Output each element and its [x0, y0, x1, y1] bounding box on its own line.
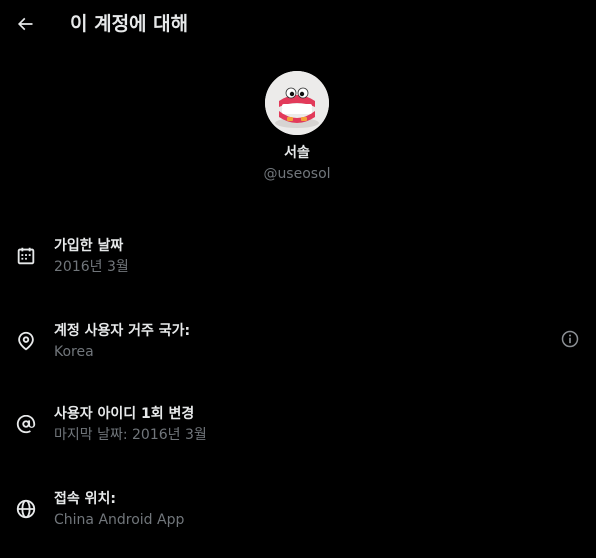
- back-button[interactable]: [8, 7, 42, 41]
- header: 이 계정에 대해: [0, 0, 596, 50]
- connected-via-value: China Android App: [54, 512, 185, 528]
- username-change-value: 마지막 날짜: 2016년 3월: [54, 427, 207, 443]
- username: @useosol: [263, 166, 331, 182]
- country-label: 계정 사용자 거주 국가:: [54, 323, 191, 339]
- country-row: 계정 사용자 거주 국가: Korea: [0, 323, 596, 390]
- chattering-teeth-toy-avatar: [265, 71, 329, 135]
- connected-via-row: 접속 위치: China Android App: [0, 491, 596, 558]
- at-sign-icon: [15, 413, 37, 435]
- joined-date-value: 2016년 3월: [54, 259, 129, 275]
- globe-icon: [15, 498, 37, 520]
- joined-date-label: 가입한 날짜: [54, 238, 124, 254]
- page-title: 이 계정에 대해: [70, 13, 189, 35]
- avatar[interactable]: [265, 71, 329, 135]
- calendar-icon: [15, 245, 37, 267]
- joined-date-row: 가입한 날짜 2016년 3월: [0, 238, 596, 305]
- info-circle-icon: [561, 330, 579, 348]
- username-change-label: 사용자 아이디 1회 변경: [54, 406, 195, 422]
- arrow-left-icon: [17, 17, 33, 31]
- connected-via-label: 접속 위치:: [54, 491, 116, 507]
- country-info-button[interactable]: [558, 327, 582, 351]
- location-pin-icon: [15, 330, 37, 352]
- username-change-row: 사용자 아이디 1회 변경 마지막 날짜: 2016년 3월: [0, 406, 596, 473]
- country-value: Korea: [54, 344, 94, 360]
- display-name: 서솔: [284, 145, 310, 161]
